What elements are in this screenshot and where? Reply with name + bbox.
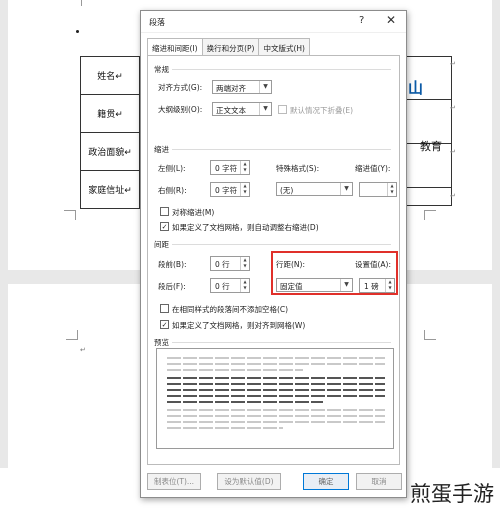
preview-section-label: 预览: [154, 338, 169, 347]
cancel-button[interactable]: 取消: [356, 473, 402, 490]
special-format-label: 特殊格式(S):: [276, 164, 320, 173]
indent-section-label: 缩进: [154, 145, 169, 154]
space-after-value: 0 行: [215, 282, 230, 291]
divider: [172, 244, 391, 245]
spinner-arrows-icon[interactable]: ▲ ▼: [240, 279, 249, 292]
document-edu-text: 教育: [420, 140, 442, 153]
tabs-button[interactable]: 制表位(T)...: [147, 473, 201, 490]
paragraph-mark: ↵: [450, 148, 456, 156]
tab-bar: 缩进和间距(I) 换行和分页(P) 中文版式(H): [147, 38, 310, 56]
outline-level-select[interactable]: 正文文本 ▼: [212, 102, 272, 116]
indent-left-value: 0 字符: [215, 164, 238, 173]
space-after-label: 段后(F):: [158, 282, 186, 291]
auto-adjust-indent-label: 如果定义了文档网格，则自动调整右缩进(D): [172, 223, 319, 232]
crop-mark: [66, 330, 78, 340]
mirror-indent-checkbox[interactable]: [160, 207, 169, 216]
table-cell: 姓名↵: [80, 56, 140, 95]
crop-mark: [424, 330, 436, 340]
watermark: 煎蛋手游: [410, 482, 494, 506]
no-space-same-style-label: 在相同样式的段落间不添加空格(C): [172, 305, 289, 314]
alignment-value: 两端对齐: [216, 84, 246, 93]
preview-line: [167, 409, 385, 411]
collapsed-checkbox[interactable]: [278, 105, 287, 114]
table-cell: 家庭信址↵: [80, 170, 140, 209]
close-icon[interactable]: ✕: [386, 13, 396, 27]
preview-line: [167, 369, 303, 371]
indent-right-spinner[interactable]: 0 字符 ▲ ▼: [210, 182, 250, 197]
help-icon[interactable]: ?: [359, 15, 364, 26]
no-space-same-style-checkbox[interactable]: [160, 304, 169, 313]
preview-line: [167, 421, 385, 423]
space-after-spinner[interactable]: 0 行 ▲ ▼: [210, 278, 250, 293]
table-cell: 籍贯↵: [80, 94, 140, 133]
spinner-arrows-icon[interactable]: ▲ ▼: [240, 183, 249, 196]
crop-mark: [64, 210, 76, 220]
preview-line: [167, 389, 385, 391]
paragraph-mark: ↵: [450, 192, 456, 200]
tab-indents-spacing[interactable]: 缩进和间距(I): [147, 38, 203, 56]
spinner-arrows-icon[interactable]: ▲ ▼: [387, 183, 396, 196]
document-table: 姓名↵ 籍贯↵ 政治面貌↵ 家庭信址↵: [80, 56, 140, 209]
set-default-button[interactable]: 设为默认值(D): [217, 473, 281, 490]
preview-line: [167, 427, 283, 429]
general-section-label: 常规: [154, 65, 169, 74]
paragraph-mark: ↵: [80, 346, 86, 354]
alignment-select[interactable]: 两端对齐 ▼: [212, 80, 272, 94]
space-before-label: 段前(B):: [158, 260, 187, 269]
spacing-section-label: 间距: [154, 240, 169, 249]
highlight-box: [271, 251, 398, 295]
dialog-titlebar[interactable]: 段落 ? ✕: [141, 11, 406, 33]
auto-adjust-indent-checkbox[interactable]: ✓: [160, 222, 169, 231]
indent-left-spinner[interactable]: 0 字符 ▲ ▼: [210, 160, 250, 175]
indent-right-value: 0 字符: [215, 186, 238, 195]
crop-mark: [424, 210, 436, 220]
mirror-indent-label: 对称缩进(M): [172, 208, 215, 217]
preview-line: [167, 363, 385, 365]
paragraph-dialog: 段落 ? ✕ 缩进和间距(I) 换行和分页(P) 中文版式(H) 常规 对齐方式…: [140, 10, 407, 498]
tab-panel: 常规 对齐方式(G): 两端对齐 ▼ 大纲级别(O): 正文文本 ▼ 默认情况下…: [147, 55, 400, 465]
divider: [172, 149, 391, 150]
indent-by-spinner[interactable]: ▲ ▼: [359, 182, 397, 197]
crop-mark: [70, 0, 82, 6]
tab-line-page-breaks[interactable]: 换行和分页(P): [201, 38, 260, 55]
divider: [172, 342, 391, 343]
spinner-arrows-icon[interactable]: ▲ ▼: [240, 161, 249, 174]
snap-to-grid-checkbox[interactable]: ✓: [160, 320, 169, 329]
snap-to-grid-label: 如果定义了文档网格，则对齐到网格(W): [172, 321, 306, 330]
preview-line: [167, 415, 385, 417]
preview-line: [167, 383, 385, 385]
chevron-down-icon: ▼: [259, 103, 271, 115]
spinner-arrows-icon[interactable]: ▲ ▼: [240, 257, 249, 270]
chevron-down-icon: ▼: [259, 81, 271, 93]
space-before-value: 0 行: [215, 260, 230, 269]
alignment-label: 对齐方式(G):: [158, 83, 203, 92]
special-format-select[interactable]: (无) ▼: [276, 182, 353, 196]
indent-right-label: 右侧(R):: [158, 186, 187, 195]
preview-line: [167, 401, 323, 403]
tab-asian-typography[interactable]: 中文版式(H): [258, 38, 310, 55]
chevron-down-icon: ▼: [340, 183, 352, 195]
dialog-title: 段落: [149, 18, 165, 27]
document-blue-text: 山: [408, 79, 423, 97]
collapsed-label: 默认情况下折叠(E): [290, 106, 354, 115]
space-before-spinner[interactable]: 0 行 ▲ ▼: [210, 256, 250, 271]
special-format-value: (无): [280, 186, 294, 195]
outline-level-label: 大纲级别(O):: [158, 105, 203, 114]
paragraph-mark: ↵: [450, 60, 456, 68]
indent-left-label: 左侧(L):: [158, 164, 186, 173]
indent-by-label: 缩进值(Y):: [355, 164, 391, 173]
divider: [172, 69, 391, 70]
table-cell: 政治面貌↵: [80, 132, 140, 171]
outline-level-value: 正文文本: [216, 106, 246, 115]
ok-button[interactable]: 确定: [303, 473, 349, 490]
preview-line: [167, 357, 385, 359]
paragraph-mark: ↵: [450, 104, 456, 112]
preview-box: [156, 348, 394, 449]
preview-line: [167, 377, 385, 379]
bullet-dot: [76, 30, 79, 33]
preview-line: [167, 395, 385, 397]
